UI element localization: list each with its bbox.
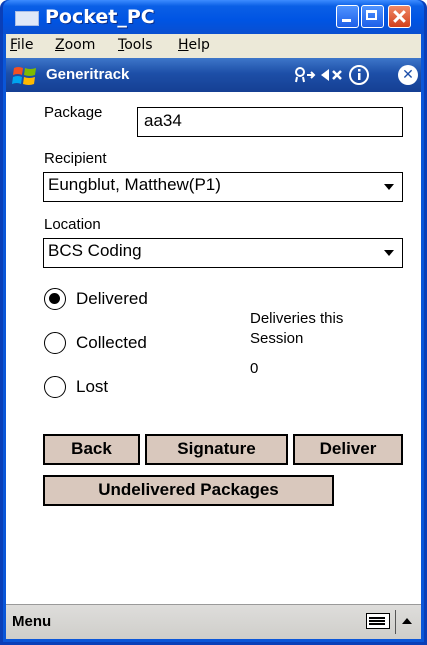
softkey-divider	[395, 610, 396, 634]
softkey-bar: Menu	[6, 604, 421, 639]
radio-label: Collected	[76, 333, 147, 352]
app-title: Generitrack	[46, 66, 130, 83]
radio-button[interactable]	[44, 288, 66, 310]
package-label: Package	[44, 104, 103, 121]
radio-button[interactable]	[44, 376, 66, 398]
undelivered-packages-button[interactable]: Undelivered Packages	[43, 475, 334, 506]
recipient-value: Eungblut, Matthew(P1)	[48, 175, 221, 194]
minimize-button[interactable]	[336, 5, 359, 28]
location-select[interactable]: BCS Coding	[43, 238, 403, 268]
window-icon	[15, 11, 39, 26]
speaker-muted-icon[interactable]	[320, 66, 344, 88]
device-screen: Generitrack ✕ Package aa34 Recipient Eun…	[6, 58, 421, 639]
menubar: File Zoom Tools Help	[6, 34, 421, 58]
windows-logo-icon[interactable]	[12, 65, 38, 87]
radio-button[interactable]	[44, 332, 66, 354]
close-circle-icon[interactable]: ✕	[398, 65, 418, 85]
menu-softkey[interactable]: Menu	[12, 613, 51, 630]
menu-file[interactable]: File	[10, 37, 33, 53]
location-label: Location	[44, 216, 101, 233]
signature-button[interactable]: Signature	[145, 434, 288, 465]
window-titlebar[interactable]: Pocket_PC	[3, 0, 424, 34]
radio-label: Delivered	[76, 289, 148, 308]
pocket-pc-window: Pocket_PC File Zoom Tools Help Generitra…	[0, 0, 427, 645]
input-panel-arrow-icon[interactable]	[402, 618, 412, 624]
deliver-button[interactable]: Deliver	[293, 434, 403, 465]
deliveries-label-line1: Deliveries this	[250, 310, 344, 327]
app-titlebar: Generitrack ✕	[6, 58, 421, 92]
menu-zoom[interactable]: Zoom	[55, 37, 95, 53]
maximize-button[interactable]	[361, 5, 384, 28]
recipient-select[interactable]: Eungblut, Matthew(P1)	[43, 172, 403, 202]
form-area: Package aa34 Recipient Eungblut, Matthew…	[6, 92, 421, 605]
close-window-button[interactable]	[388, 5, 411, 28]
recipient-label: Recipient	[44, 150, 107, 167]
chevron-down-icon	[384, 184, 394, 190]
package-input[interactable]: aa34	[137, 107, 403, 137]
chevron-down-icon	[384, 250, 394, 256]
radio-selected-dot	[49, 293, 60, 304]
menu-tools[interactable]: Tools	[118, 37, 153, 53]
deliveries-count: 0	[250, 360, 259, 377]
radio-label: Lost	[76, 377, 109, 396]
menu-help[interactable]: Help	[178, 37, 210, 53]
connectivity-icon[interactable]	[294, 66, 316, 88]
deliveries-label-line2: Session	[250, 330, 304, 347]
keyboard-icon[interactable]	[366, 613, 390, 629]
location-value: BCS Coding	[48, 241, 142, 260]
back-button[interactable]: Back	[43, 434, 140, 465]
info-icon[interactable]	[348, 65, 370, 90]
window-title: Pocket_PC	[45, 6, 155, 28]
